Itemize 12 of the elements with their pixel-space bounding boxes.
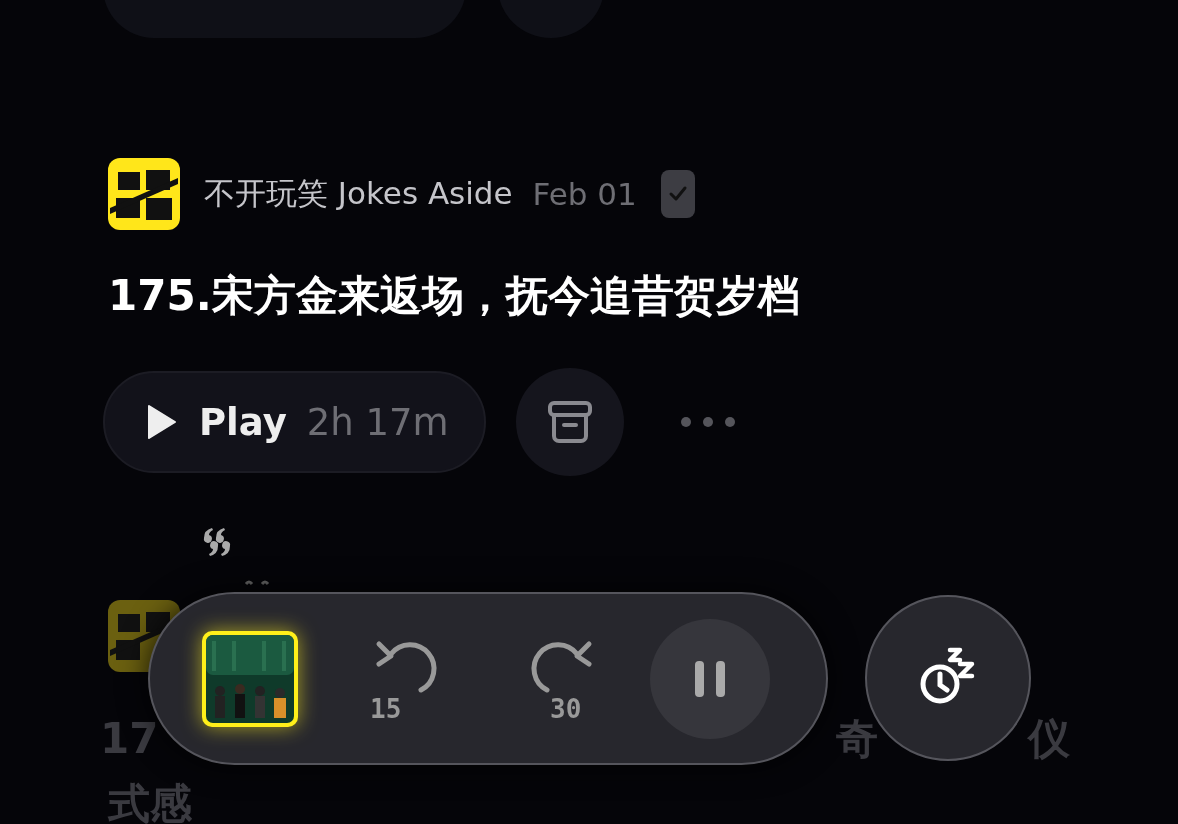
podcast-name: 不开玩笑 Jokes Aside (204, 174, 513, 213)
play-icon (147, 404, 177, 440)
play-button[interactable]: Play 2h 17m (103, 371, 486, 473)
more-icon[interactable] (680, 416, 736, 428)
archive-icon (546, 398, 594, 446)
episode-title: 175.宋方金来返场，抚今追昔贺岁档 (107, 270, 801, 322)
episode-date: Feb 01 (532, 176, 637, 212)
pause-icon (692, 658, 728, 699)
rewind-button[interactable]: 15 (358, 633, 454, 724)
played-checkbox[interactable] (660, 170, 695, 218)
forward-button[interactable]: 30 (514, 633, 610, 724)
podcast-logo-icon (108, 158, 180, 230)
